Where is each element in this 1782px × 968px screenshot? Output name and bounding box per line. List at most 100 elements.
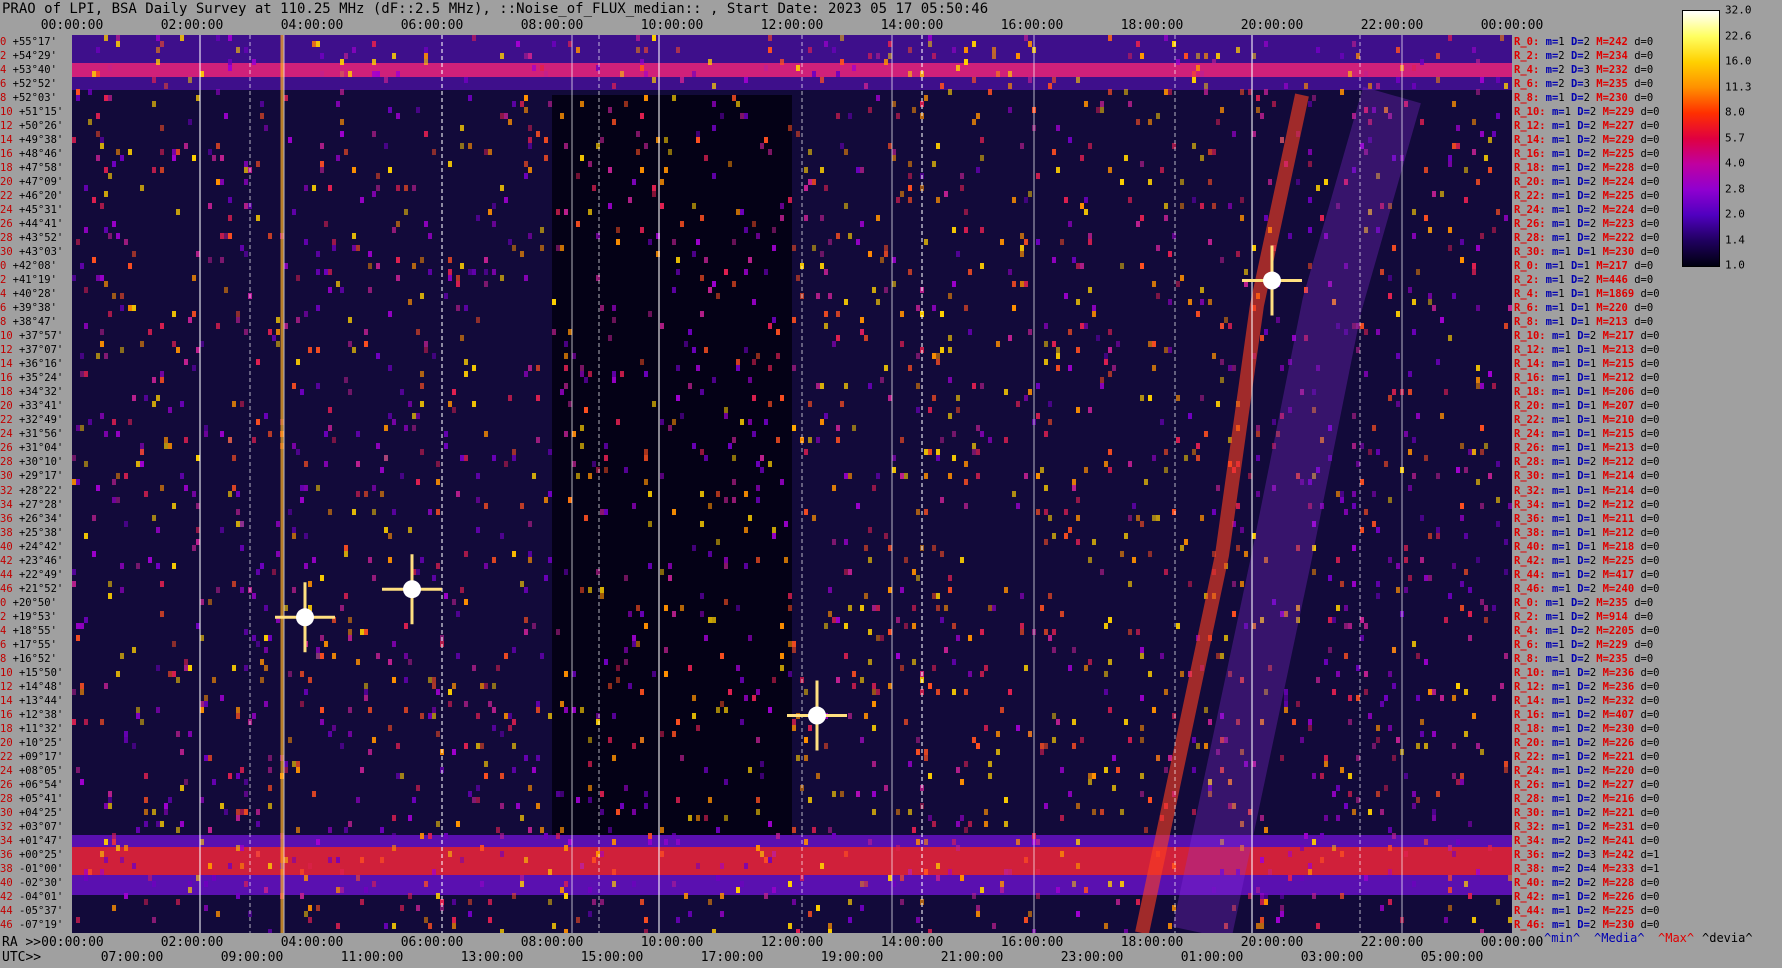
- declination-label: 38 -01°00': [0, 864, 63, 875]
- heatmap-cell: [228, 65, 232, 71]
- heatmap-cell: [368, 707, 372, 713]
- heatmap-cell: [964, 227, 968, 233]
- heatmap-cell: [936, 593, 940, 599]
- heatmap-cell: [1004, 389, 1008, 395]
- heatmap-cell: [172, 149, 176, 155]
- heatmap-cell: [564, 143, 568, 149]
- heatmap-cell: [376, 443, 380, 449]
- heatmap-cell: [688, 911, 692, 917]
- heatmap-cell: [512, 551, 516, 557]
- heatmap-cell: [1236, 545, 1240, 551]
- declination-value: +43°52': [12, 231, 64, 244]
- heatmap-cell: [1184, 539, 1188, 545]
- utc-time-label: 09:00:00: [220, 950, 284, 965]
- heatmap-cell: [92, 197, 96, 203]
- heatmap-cell: [644, 623, 648, 629]
- heatmap-cell: [1300, 845, 1304, 851]
- heatmap-cell: [1348, 773, 1352, 779]
- heatmap-cell: [344, 545, 348, 551]
- heatmap-cell: [1348, 71, 1352, 77]
- heatmap-cell: [1380, 905, 1384, 911]
- heatmap-cell: [1448, 35, 1452, 41]
- top-time-label: 10:00:00: [640, 18, 704, 33]
- heatmap-cell: [1152, 455, 1156, 461]
- heatmap-cell: [1028, 911, 1032, 917]
- heatmap-cell: [580, 863, 584, 869]
- heatmap-cell: [1508, 875, 1512, 881]
- heatmap-cell: [1280, 905, 1284, 911]
- heatmap-cell: [1380, 701, 1384, 707]
- heatmap-cell: [328, 731, 332, 737]
- heatmap-cell: [888, 629, 892, 635]
- heatmap-cell: [1076, 77, 1080, 83]
- heatmap-cell: [1128, 53, 1132, 59]
- heatmap-cell: [1180, 545, 1184, 551]
- heatmap-cell: [364, 491, 368, 497]
- heatmap-cell: [760, 851, 764, 857]
- heatmap-cell: [736, 359, 740, 365]
- heatmap-cell: [624, 101, 628, 107]
- heatmap-cell: [388, 311, 392, 317]
- heatmap-cell: [528, 233, 532, 239]
- heatmap-cell: [548, 713, 552, 719]
- heatmap-cell: [908, 869, 912, 875]
- heatmap-cell: [820, 863, 824, 869]
- declination-value: +48°46': [12, 147, 64, 160]
- heatmap-cell: [952, 689, 956, 695]
- heatmap-cell: [972, 449, 976, 455]
- heatmap-cell: [632, 881, 636, 887]
- heatmap-cell: [152, 809, 156, 815]
- heatmap-cell: [832, 791, 836, 797]
- heatmap-cell: [292, 587, 296, 593]
- heatmap-cell: [376, 653, 380, 659]
- heatmap-cell: [236, 47, 240, 53]
- heatmap-cell: [856, 791, 860, 797]
- heatmap-cell: [600, 593, 604, 599]
- declination-value: -04°01': [12, 891, 64, 904]
- heatmap-cell: [1476, 245, 1480, 251]
- heatmap-cell: [300, 701, 304, 707]
- heatmap-cell: [1216, 485, 1220, 491]
- heatmap-cell: [108, 581, 112, 587]
- heatmap-cell: [112, 479, 116, 485]
- heatmap-cell: [1220, 257, 1224, 263]
- heatmap-cell: [1188, 299, 1192, 305]
- heatmap-cell: [188, 317, 192, 323]
- heatmap-cell: [932, 593, 936, 599]
- heatmap-cell: [464, 305, 468, 311]
- heatmap-cell: [676, 47, 680, 53]
- heatmap-cell: [368, 287, 372, 293]
- heatmap-cell: [820, 251, 824, 257]
- heatmap-cell: [1196, 743, 1200, 749]
- heatmap-cell: [1280, 365, 1284, 371]
- heatmap-cell: [924, 869, 928, 875]
- heatmap-cell: [1204, 89, 1208, 95]
- heatmap-cell: [1076, 803, 1080, 809]
- heatmap-cell: [540, 65, 544, 71]
- heatmap-cell: [536, 437, 540, 443]
- heatmap-cell: [1456, 839, 1460, 845]
- heatmap-cell: [820, 383, 824, 389]
- top-time-label: 18:00:00: [1120, 18, 1184, 33]
- row-index: 26: [0, 779, 13, 792]
- heatmap-cell: [592, 857, 596, 863]
- heatmap-cell: [568, 329, 572, 335]
- heatmap-cell: [76, 479, 80, 485]
- heatmap-cell: [1232, 365, 1236, 371]
- heatmap-cell: [604, 467, 608, 473]
- heatmap-cell: [192, 275, 196, 281]
- heatmap-cell: [1388, 671, 1392, 677]
- heatmap-cell: [392, 677, 396, 683]
- heatmap-cell: [932, 53, 936, 59]
- heatmap-cell: [696, 365, 700, 371]
- heatmap-cell: [396, 257, 400, 263]
- heatmap-cell: [968, 635, 972, 641]
- heatmap-cell: [160, 371, 164, 377]
- declination-label: 38 +25°38': [0, 527, 63, 539]
- heatmap-cell: [680, 77, 684, 83]
- declination-label: 0 +42°08': [0, 261, 57, 272]
- heatmap-cell: [156, 821, 160, 827]
- heatmap-cell: [236, 317, 240, 323]
- heatmap-cell: [640, 167, 644, 173]
- heatmap-cell: [1376, 593, 1380, 599]
